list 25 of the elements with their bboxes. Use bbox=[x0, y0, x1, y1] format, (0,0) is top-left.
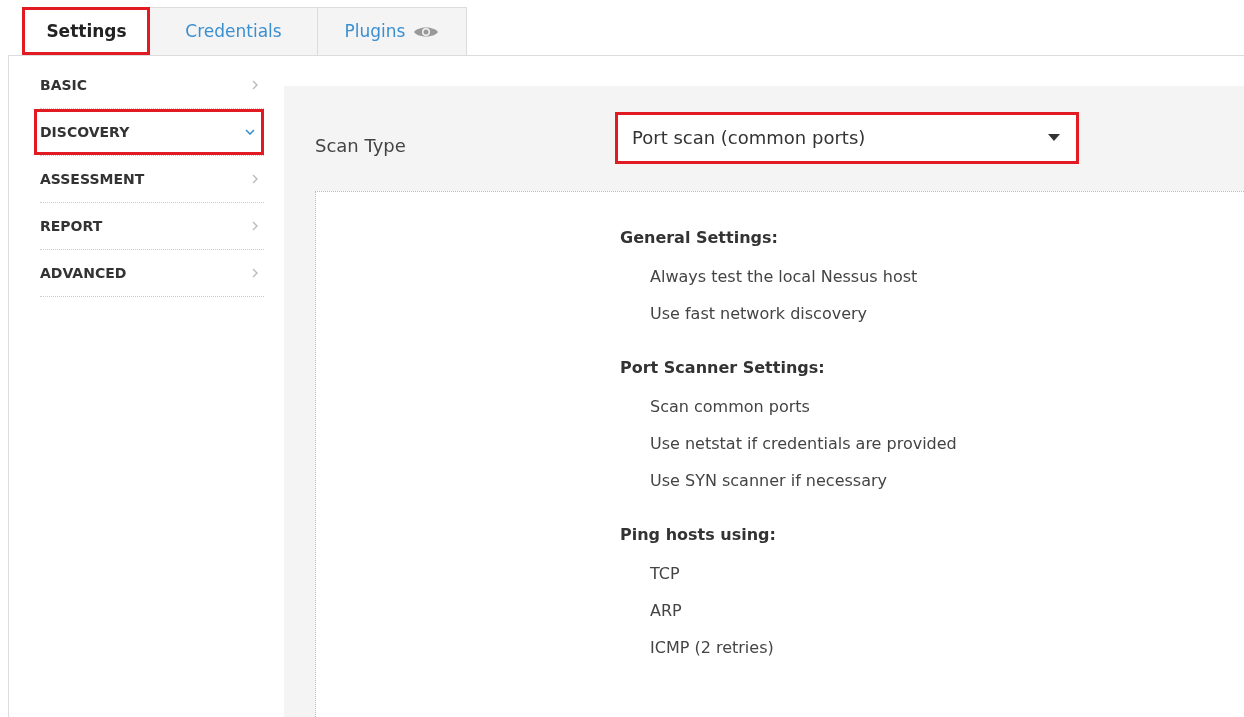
chevron-right-icon bbox=[252, 80, 258, 90]
setting-text: Use netstat if credentials are provided bbox=[649, 432, 958, 455]
chevron-right-icon bbox=[252, 268, 258, 278]
chevron-right-icon bbox=[252, 174, 258, 184]
section-heading: Port Scanner Settings: bbox=[620, 357, 826, 379]
setting-text: Always test the local Nessus host bbox=[649, 265, 919, 288]
sidebar-item[interactable]: BASIC bbox=[40, 65, 264, 105]
setting-text: Use fast network discovery bbox=[649, 302, 869, 325]
sidebar-item[interactable]: ASSESSMENT bbox=[40, 159, 264, 199]
sidebar-item[interactable]: REPORT bbox=[40, 206, 264, 246]
section-heading: Ping hosts using: bbox=[620, 524, 777, 546]
section-heading: General Settings: bbox=[620, 227, 779, 249]
field-label: Scan Type bbox=[315, 134, 407, 158]
setting-text: Scan common ports bbox=[649, 395, 811, 418]
setting-text: TCP bbox=[649, 562, 681, 585]
setting-text: Use SYN scanner if necessary bbox=[649, 469, 888, 492]
tab[interactable]: Settings bbox=[22, 7, 150, 55]
chevron-down-icon bbox=[245, 129, 255, 135]
caret-icon bbox=[1048, 134, 1060, 141]
scan-type-dropdown[interactable]: Port scan (common ports) bbox=[618, 114, 1076, 161]
sidebar-item[interactable]: DISCOVERY bbox=[37, 112, 261, 152]
setting-text: ICMP (2 retries) bbox=[649, 636, 775, 659]
chevron-right-icon bbox=[252, 221, 258, 231]
setting-text: ARP bbox=[649, 599, 683, 622]
sidebar-item[interactable]: ADVANCED bbox=[40, 253, 264, 293]
